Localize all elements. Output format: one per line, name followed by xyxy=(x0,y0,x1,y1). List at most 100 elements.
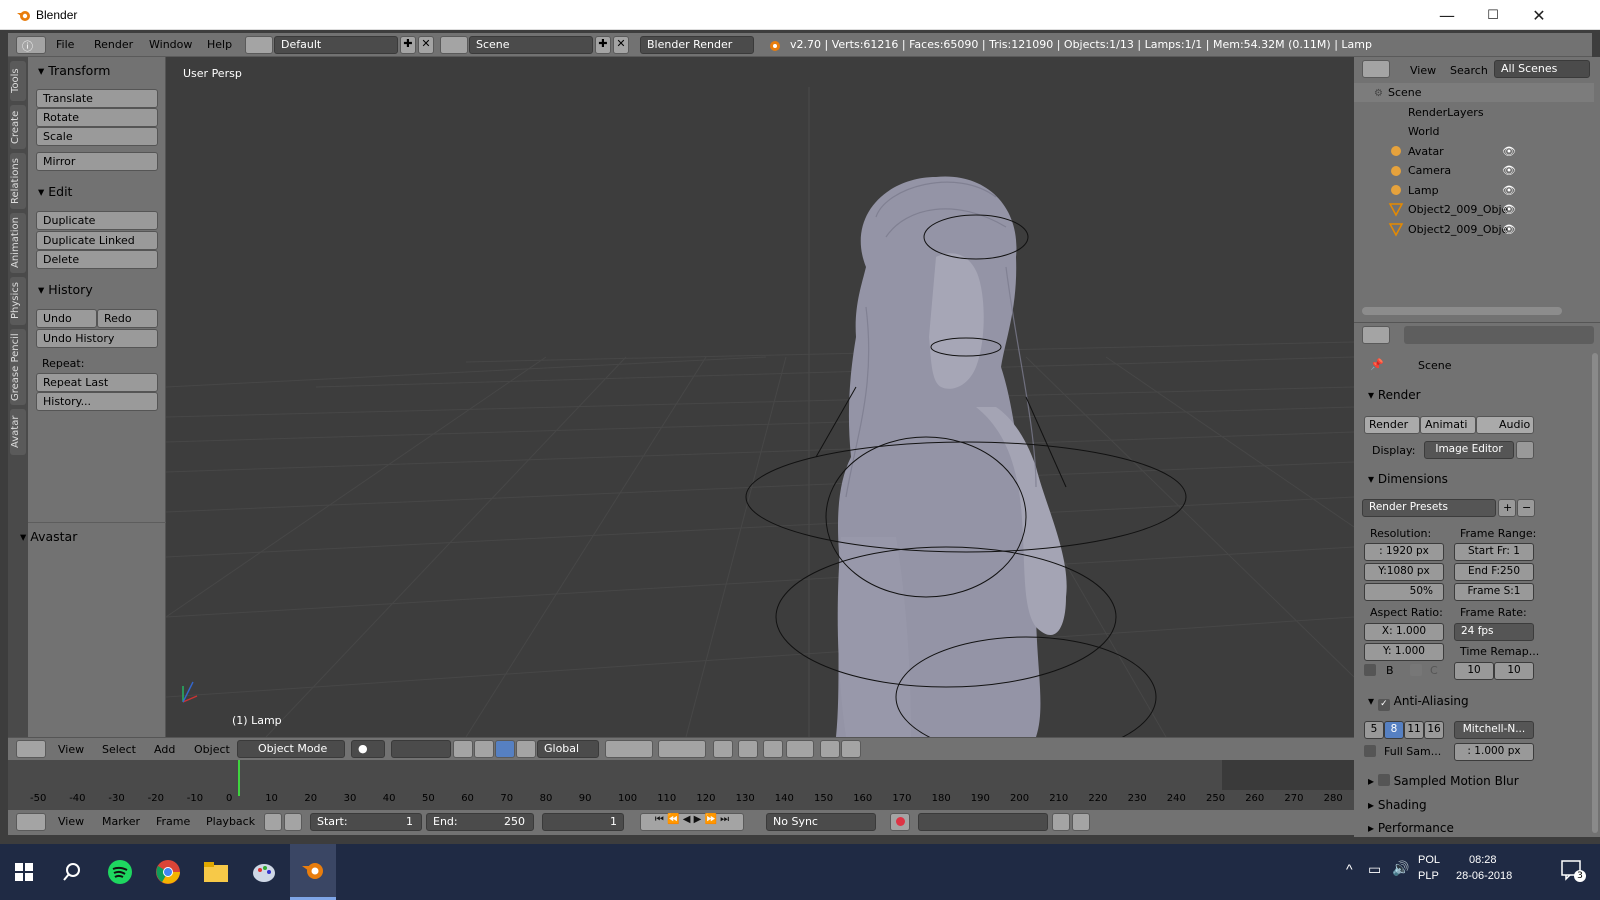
editor-type-timeline-button[interactable] xyxy=(16,813,46,831)
close-button[interactable]: ✕ xyxy=(1516,0,1562,30)
history-button[interactable]: History... xyxy=(36,392,158,411)
manipulator-toggle[interactable] xyxy=(453,740,473,758)
animation-button[interactable]: Animati xyxy=(1420,416,1476,434)
repeat-last-button[interactable]: Repeat Last xyxy=(36,373,158,392)
paint-app-icon[interactable] xyxy=(244,852,284,892)
render-animation-button[interactable] xyxy=(841,740,861,758)
aa-samples-16[interactable]: 16 xyxy=(1424,721,1444,739)
proportional-edit-button[interactable] xyxy=(738,740,758,758)
chrome-icon[interactable] xyxy=(148,852,188,892)
properties-context-tabs[interactable] xyxy=(1404,326,1594,344)
menu-window[interactable]: Window xyxy=(149,38,192,51)
search-icon[interactable] xyxy=(52,852,92,892)
end-frame-prop[interactable]: End F:250 xyxy=(1454,563,1534,581)
outliner-display-select[interactable]: All Scenes xyxy=(1494,60,1590,78)
resolution-y-field[interactable]: Y:1080 px xyxy=(1364,563,1444,581)
timeline-menu-frame[interactable]: Frame xyxy=(156,815,190,828)
editor-type-info-button[interactable]: ⓘ xyxy=(16,36,46,54)
pivot-select[interactable] xyxy=(391,740,451,758)
tab-animation[interactable]: Animation xyxy=(10,213,26,273)
sync-select[interactable]: No Sync xyxy=(766,813,876,831)
timeline-menu-view[interactable]: View xyxy=(58,815,84,828)
outliner-scrollbar[interactable] xyxy=(1362,307,1562,315)
aa-samples-8[interactable]: 8 xyxy=(1384,721,1404,739)
keying-icon[interactable] xyxy=(264,813,282,831)
lock-layer-button[interactable] xyxy=(713,740,733,758)
end-frame-field[interactable]: End: 250 xyxy=(426,813,534,831)
lock-icon[interactable] xyxy=(284,813,302,831)
shading-panel-title[interactable]: ▸ Shading xyxy=(1368,798,1427,812)
layout-select[interactable]: Default xyxy=(274,36,398,54)
frame-step-prop[interactable]: Frame S:1 xyxy=(1454,583,1534,601)
tray-chevron-icon[interactable]: ^ xyxy=(1346,861,1353,877)
viewport-shading-select[interactable]: ● xyxy=(351,740,385,758)
remove-preset-button[interactable]: − xyxy=(1517,499,1535,517)
render-engine-select[interactable]: Blender Render xyxy=(640,36,754,54)
delete-keyframe-button[interactable] xyxy=(1072,813,1090,831)
record-button[interactable] xyxy=(890,813,910,831)
motion-blur-panel-title[interactable]: ▸ Sampled Motion Blur xyxy=(1368,774,1519,788)
scene-icon[interactable] xyxy=(440,36,468,54)
duplicate-linked-button[interactable]: Duplicate Linked xyxy=(36,231,158,250)
panel-history-title[interactable]: ▾ History xyxy=(38,282,93,297)
editor-type-properties-button[interactable] xyxy=(1362,326,1390,344)
scale-manipulator[interactable] xyxy=(516,740,536,758)
orientation-select[interactable]: Global xyxy=(537,740,599,758)
border-checkbox[interactable] xyxy=(1364,664,1376,676)
playhead[interactable] xyxy=(238,760,240,796)
tab-avatar[interactable]: Avatar xyxy=(10,409,26,455)
snap-toggle[interactable] xyxy=(763,740,783,758)
render-presets-select[interactable]: Render Presets xyxy=(1362,499,1496,517)
3d-viewport[interactable]: User Persp (1) Lamp xyxy=(166,57,1354,737)
properties-scrollbar[interactable] xyxy=(1592,353,1598,833)
display-select[interactable]: Image Editor xyxy=(1424,441,1514,459)
rotate-manipulator[interactable] xyxy=(495,740,515,758)
tab-grease-pencil[interactable]: Grease Pencil xyxy=(10,329,26,405)
current-frame-field[interactable]: 1 xyxy=(542,813,624,831)
volume-icon[interactable]: 🔊 xyxy=(1392,860,1409,877)
keying-set-field[interactable] xyxy=(918,813,1048,831)
tab-create[interactable]: Create xyxy=(10,105,26,149)
aa-samples-5[interactable]: 5 xyxy=(1364,721,1384,739)
language-indicator[interactable]: POL xyxy=(1418,854,1440,866)
tab-physics[interactable]: Physics xyxy=(10,277,26,325)
editor-type-outliner-button[interactable] xyxy=(1362,60,1390,78)
filter-size-field[interactable]: : 1.000 px xyxy=(1454,743,1534,761)
add-preset-button[interactable]: + xyxy=(1498,499,1516,517)
duplicate-button[interactable]: Duplicate xyxy=(36,211,158,230)
timeline-menu-playback[interactable]: Playback xyxy=(206,815,255,828)
editor-type-3d-button[interactable] xyxy=(16,740,46,758)
remap-old-field[interactable]: 10 xyxy=(1454,662,1494,680)
remap-new-field[interactable]: 10 xyxy=(1494,662,1534,680)
pin-icon[interactable]: 📌 xyxy=(1370,358,1384,371)
menu-add[interactable]: Add xyxy=(154,743,175,756)
insert-keyframe-button[interactable] xyxy=(1052,813,1070,831)
layers-grid-a[interactable] xyxy=(605,740,653,758)
outliner-menu-view[interactable]: View xyxy=(1410,64,1436,77)
audio-button[interactable]: Audio xyxy=(1476,416,1534,434)
translate-button[interactable]: Translate xyxy=(36,89,158,108)
layers-grid-b[interactable] xyxy=(658,740,706,758)
render-button[interactable]: Render xyxy=(1364,416,1420,434)
scale-button[interactable]: Scale xyxy=(36,127,158,146)
spotify-icon[interactable] xyxy=(100,852,140,892)
maximize-button[interactable]: ☐ xyxy=(1470,0,1516,30)
panel-edit-title[interactable]: ▾ Edit xyxy=(38,184,72,199)
dimensions-panel-title[interactable]: ▾ Dimensions xyxy=(1368,472,1448,486)
menu-file[interactable]: File xyxy=(56,38,74,51)
outliner-menu-search[interactable]: Search xyxy=(1450,64,1488,77)
translate-manipulator[interactable] xyxy=(474,740,494,758)
performance-panel-title[interactable]: ▸ Performance xyxy=(1368,821,1454,835)
remove-scene-button[interactable]: ✕ xyxy=(613,36,629,54)
render-still-button[interactable] xyxy=(820,740,840,758)
clock-time[interactable]: 08:28 xyxy=(1469,854,1497,866)
menu-view[interactable]: View xyxy=(58,743,84,756)
start-frame-field[interactable]: Start: 1 xyxy=(310,813,422,831)
start-frame-prop[interactable]: Start Fr: 1 xyxy=(1454,543,1534,561)
crop-checkbox[interactable] xyxy=(1410,664,1422,676)
tab-tools[interactable]: Tools xyxy=(10,61,26,101)
panel-transform-title[interactable]: ▾ Transform xyxy=(38,63,110,78)
fps-select[interactable]: 24 fps xyxy=(1454,623,1534,641)
timeline[interactable]: -50 -40 -30 -20 -10 0 10 20 30 40 50 60 70 80 90 100 110… xyxy=(8,760,1354,810)
screen-layout-icon[interactable] xyxy=(245,36,273,54)
